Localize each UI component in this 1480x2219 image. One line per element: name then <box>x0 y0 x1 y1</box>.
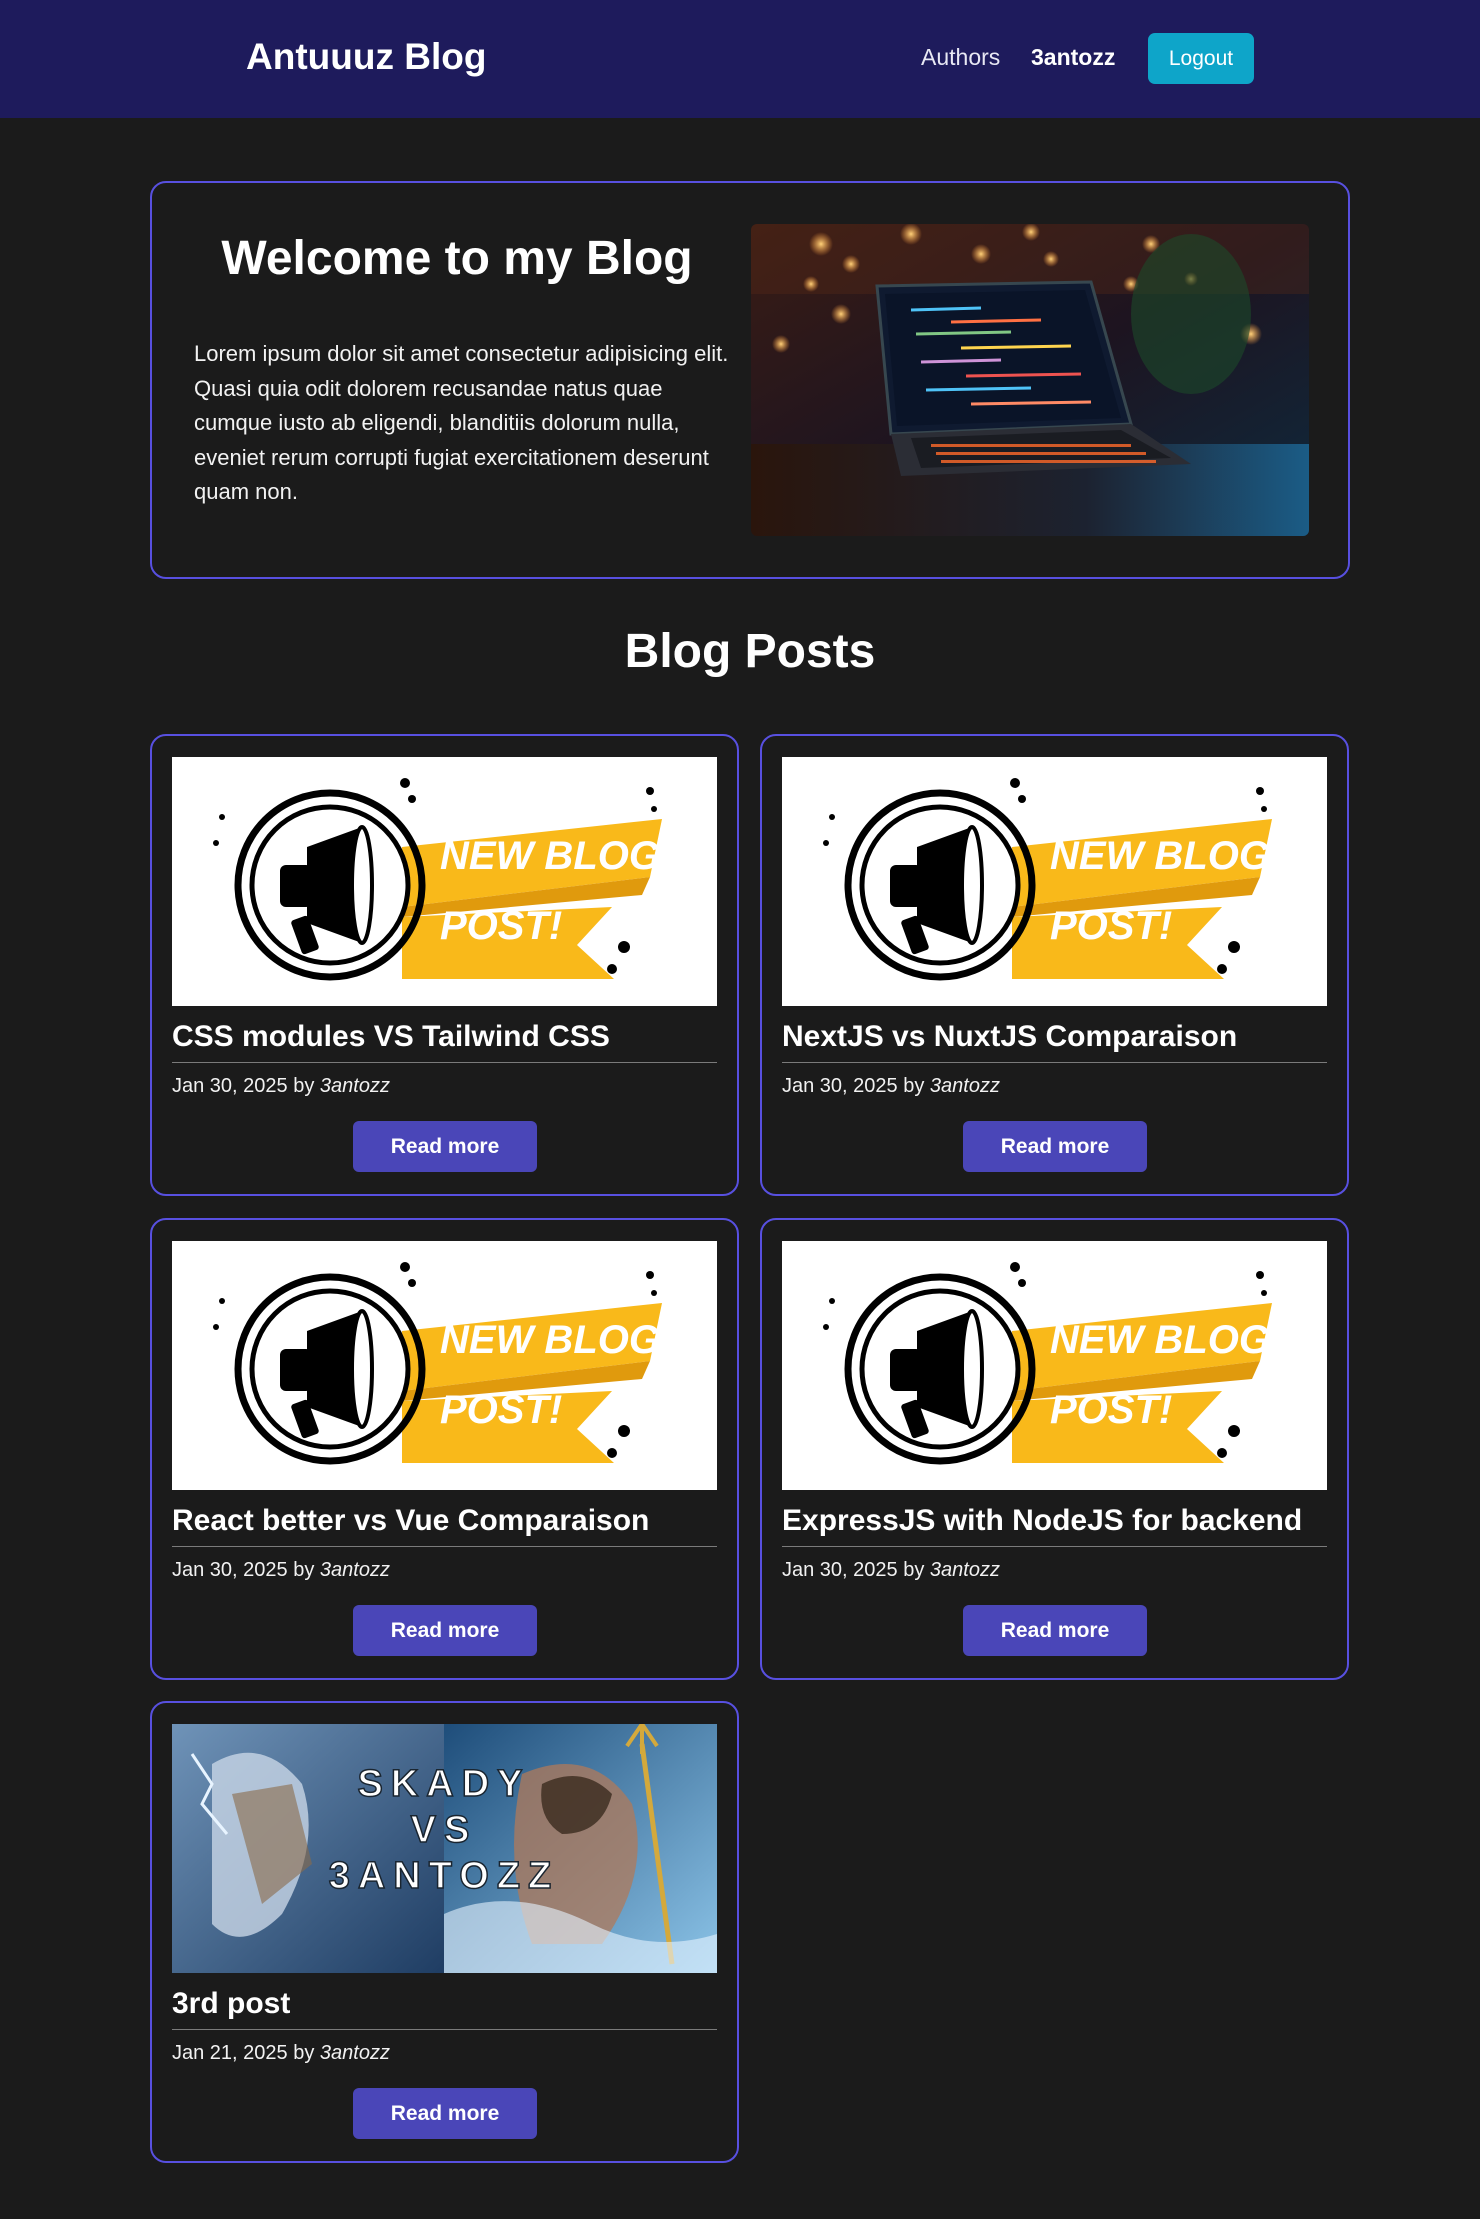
post-date: Jan 21, 2025 <box>172 2042 288 2064</box>
svg-text:3ANTOZZ: 3ANTOZZ <box>329 1855 560 1897</box>
post-meta: Jan 30, 2025 by 3antozz <box>172 1075 390 1098</box>
read-more-button[interactable]: Read more <box>963 1121 1147 1172</box>
post-card: NEW BLOG POST! NextJS vs NuxtJS Comparai… <box>760 734 1349 1196</box>
navbar: Antuuuz Blog Authors 3antozz Logout <box>0 0 1480 118</box>
post-title[interactable]: ExpressJS with NodeJS for backend <box>782 1504 1327 1547</box>
hero-title: Welcome to my Blog <box>221 232 693 285</box>
post-meta: Jan 30, 2025 by 3antozz <box>172 1559 390 1582</box>
svg-text:NEW BLOG: NEW BLOG <box>440 834 660 878</box>
new-blog-post-banner: NEW BLOG POST! <box>172 1241 717 1490</box>
post-date: Jan 30, 2025 <box>782 1559 898 1581</box>
megaphone-icon: NEW BLOG POST! <box>213 1262 662 1465</box>
brand-logo[interactable]: Antuuuz Blog <box>246 36 486 78</box>
post-card: SKADY VS 3ANTOZZ 3rd post Jan 21, 2025 b… <box>150 1701 739 2163</box>
section-title: Blog Posts <box>624 625 876 678</box>
post-meta: Jan 30, 2025 by 3antozz <box>782 1075 1000 1098</box>
post-date: Jan 30, 2025 <box>172 1559 288 1581</box>
svg-text:VS: VS <box>411 1809 478 1851</box>
svg-text:NEW BLOG: NEW BLOG <box>440 1318 660 1362</box>
post-title[interactable]: NextJS vs NuxtJS Comparaison <box>782 1020 1327 1063</box>
svg-text:SKADY: SKADY <box>357 1763 530 1805</box>
svg-text:POST!: POST! <box>440 904 562 948</box>
post-author: 3antozz <box>319 1559 390 1581</box>
post-author: 3antozz <box>319 1075 390 1097</box>
svg-text:NEW BLOG: NEW BLOG <box>1050 1318 1270 1362</box>
post-card: NEW BLOG POST! CSS modules VS Tailwind C… <box>150 734 739 1196</box>
post-by: by <box>293 2042 315 2064</box>
post-title[interactable]: CSS modules VS Tailwind CSS <box>172 1020 717 1063</box>
hero-text: Lorem ipsum dolor sit amet consectetur a… <box>194 341 729 504</box>
read-more-button[interactable]: Read more <box>353 1121 537 1172</box>
post-author: 3antozz <box>929 1559 1000 1581</box>
post-by: by <box>293 1075 315 1097</box>
svg-text:POST!: POST! <box>440 1388 562 1432</box>
nav-user-link[interactable]: 3antozz <box>1031 44 1115 71</box>
post-author: 3antozz <box>319 2042 390 2064</box>
megaphone-icon: NEW BLOG POST! <box>213 778 662 981</box>
megaphone-icon: NEW BLOG POST! <box>823 778 1272 981</box>
post-by: by <box>903 1075 925 1097</box>
post-date: Jan 30, 2025 <box>782 1075 898 1097</box>
post-title[interactable]: 3rd post <box>172 1987 717 2030</box>
svg-text:POST!: POST! <box>1050 1388 1172 1432</box>
read-more-button[interactable]: Read more <box>963 1605 1147 1656</box>
svg-text:NEW BLOG: NEW BLOG <box>1050 834 1270 878</box>
post-date: Jan 30, 2025 <box>172 1075 288 1097</box>
post-card: NEW BLOG POST! ExpressJS with NodeJS for… <box>760 1218 1349 1680</box>
read-more-button[interactable]: Read more <box>353 1605 537 1656</box>
svg-text:POST!: POST! <box>1050 904 1172 948</box>
post-author: 3antozz <box>929 1075 1000 1097</box>
post-by: by <box>903 1559 925 1581</box>
hero-section: Welcome to my Blog Lorem ipsum dolor sit… <box>150 181 1350 579</box>
logout-button[interactable]: Logout <box>1148 33 1254 84</box>
hero-laptop-image <box>751 224 1309 536</box>
new-blog-post-banner: NEW BLOG POST! <box>782 757 1327 1006</box>
post-title[interactable]: React better vs Vue Comparaison <box>172 1504 717 1547</box>
post-card: NEW BLOG POST! React better vs Vue Compa… <box>150 1218 739 1680</box>
read-more-button[interactable]: Read more <box>353 2088 537 2139</box>
new-blog-post-banner: NEW BLOG POST! <box>782 1241 1327 1490</box>
post-by: by <box>293 1559 315 1581</box>
new-blog-post-banner: NEW BLOG POST! <box>172 757 717 1006</box>
megaphone-icon: NEW BLOG POST! <box>823 1262 1272 1465</box>
nav-authors-link[interactable]: Authors <box>921 44 1000 71</box>
post-meta: Jan 30, 2025 by 3antozz <box>782 1559 1000 1582</box>
skady-vs-3antozz-image: SKADY VS 3ANTOZZ <box>172 1724 717 1973</box>
post-meta: Jan 21, 2025 by 3antozz <box>172 2042 390 2065</box>
